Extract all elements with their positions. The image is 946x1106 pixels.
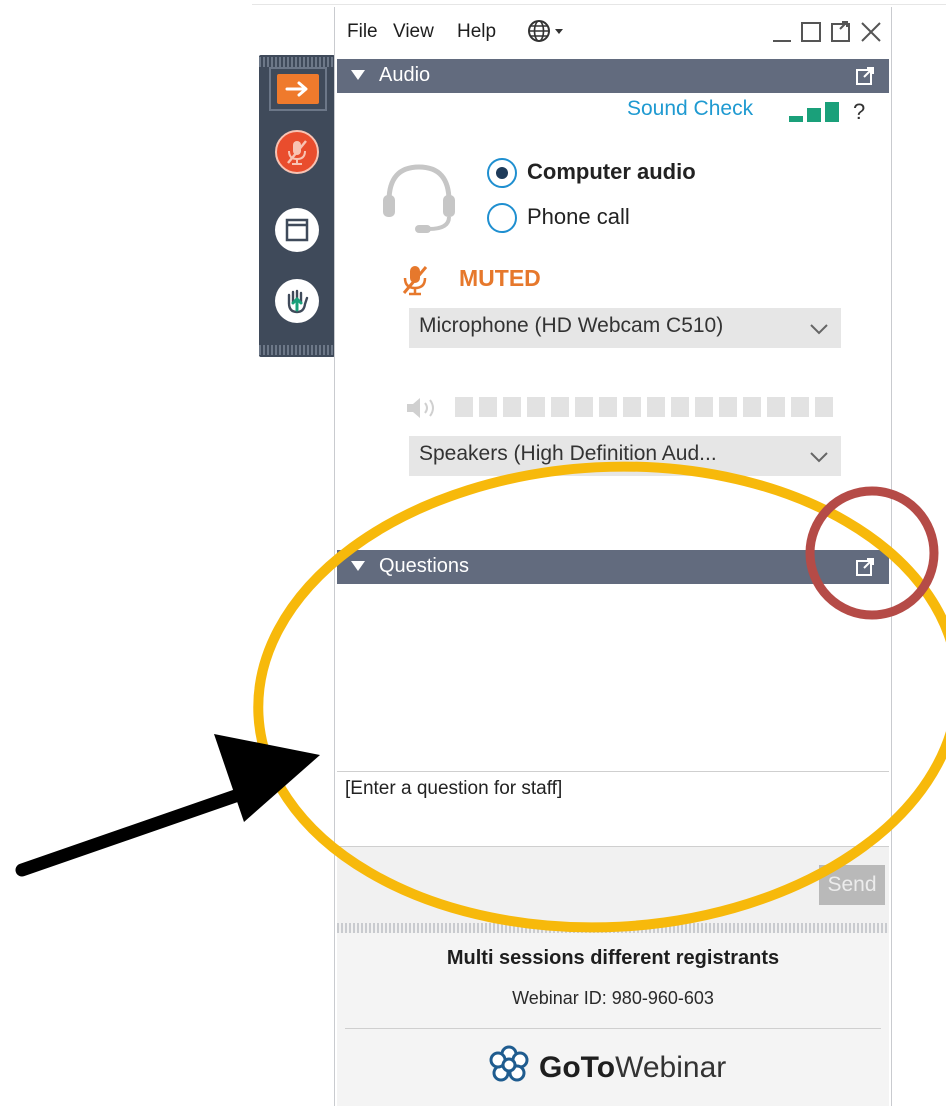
pointer-arrow-head: [214, 734, 320, 822]
pointer-arrow-shaft: [15, 786, 251, 877]
highlight-ellipse-yellow: [253, 461, 946, 933]
highlight-circle-red: [805, 486, 939, 620]
annotation-overlay: [15, 461, 946, 933]
